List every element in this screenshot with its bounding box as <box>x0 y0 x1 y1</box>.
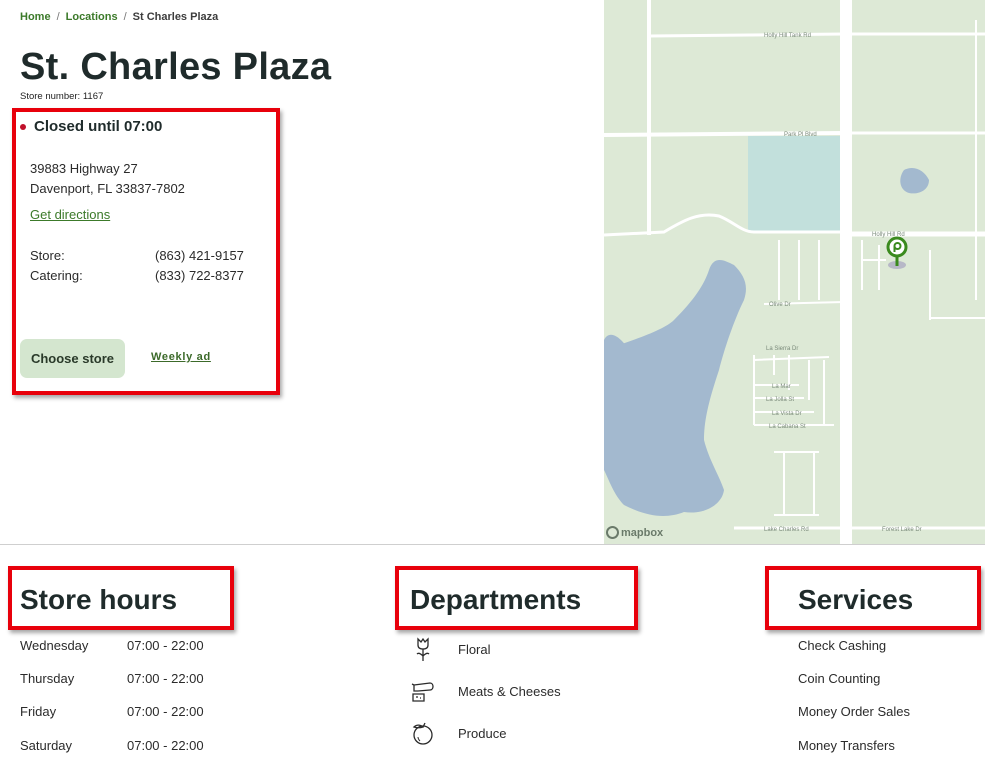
address-line1: 39883 Highway 27 <box>30 161 138 176</box>
phone-row-store: Store: (863) 421-9157 <box>30 246 244 266</box>
map-label: Park Pl Blvd <box>784 132 817 138</box>
hours-row: Wednesday 07:00 - 22:00 <box>20 638 204 653</box>
section-divider <box>0 544 985 545</box>
map-label: Lake Charles Rd <box>764 527 809 533</box>
mapbox-text: mapbox <box>621 526 664 539</box>
choose-store-button[interactable]: Choose store <box>20 339 125 378</box>
department-item[interactable]: Produce <box>410 720 506 746</box>
phone-number[interactable]: (863) 421-9157 <box>155 246 244 266</box>
map-road <box>648 32 845 38</box>
store-map[interactable]: Holly Hill Tank Rd Park Pl Blvd Holly Hi… <box>604 0 985 544</box>
breadcrumb: Home / Locations / St Charles Plaza <box>20 11 218 23</box>
breadcrumb-locations[interactable]: Locations <box>66 11 118 23</box>
department-item[interactable]: Floral <box>410 636 491 662</box>
map-label: La Jolla St <box>766 397 794 403</box>
service-item: Coin Counting <box>798 671 881 686</box>
hours-time: 07:00 - 22:00 <box>127 738 204 753</box>
hours-time: 07:00 - 22:00 <box>127 638 204 653</box>
service-item: Check Cashing <box>798 638 887 653</box>
store-hours-title: Store hours <box>20 584 178 615</box>
store-marker-pin-icon[interactable] <box>885 236 909 268</box>
map-label: La Mar <box>772 384 791 390</box>
department-label: Floral <box>458 641 491 657</box>
meat-cheese-icon <box>411 682 434 702</box>
breadcrumb-separator: / <box>123 11 127 23</box>
hours-row: Friday 07:00 - 22:00 <box>20 704 204 719</box>
hours-time: 07:00 - 22:00 <box>127 704 204 719</box>
phone-list: Store: (863) 421-9157 Catering: (833) 72… <box>30 246 244 286</box>
phone-number[interactable]: (833) 722-8377 <box>155 266 244 286</box>
hours-day: Friday <box>20 704 57 719</box>
phone-label: Store: <box>30 248 65 263</box>
mapbox-attribution[interactable]: mapbox <box>606 526 663 539</box>
map-label: La Cabana St <box>769 424 806 430</box>
flower-icon <box>416 637 430 661</box>
breadcrumb-separator: / <box>56 11 60 23</box>
map-label: La Vista Dr <box>772 411 802 417</box>
page-title: St. Charles Plaza <box>20 46 332 88</box>
map-park-area <box>748 136 844 231</box>
hours-day: Thursday <box>20 671 75 686</box>
hours-row: Saturday 07:00 - 22:00 <box>20 738 204 753</box>
breadcrumb-home[interactable]: Home <box>20 11 51 23</box>
map-highway-27 <box>840 0 852 544</box>
store-number: Store number: 1167 <box>20 91 104 102</box>
department-label: Produce <box>458 725 507 741</box>
weekly-ad-link[interactable]: Weekly ad <box>151 351 211 363</box>
map-pond <box>900 168 929 194</box>
mapbox-logo-icon <box>606 526 619 539</box>
store-status: Closed until 07:00 <box>20 118 162 135</box>
hours-time: 07:00 - 22:00 <box>127 671 204 686</box>
hours-day: Wednesday <box>20 638 89 653</box>
map-canvas: Holly Hill Tank Rd Park Pl Blvd Holly Hi… <box>604 0 985 544</box>
store-address: 39883 Highway 27 Davenport, FL 33837-780… <box>30 159 185 199</box>
services-title: Services <box>798 584 914 615</box>
hours-day: Saturday <box>20 738 73 753</box>
service-item: Money Transfers <box>798 738 895 753</box>
breadcrumb-current: St Charles Plaza <box>132 11 219 23</box>
department-label: Meats & Cheeses <box>458 683 561 699</box>
fruit-icon <box>412 722 433 745</box>
map-label: Olive Dr <box>769 302 791 308</box>
phone-label: Catering: <box>30 268 83 283</box>
map-subdivision <box>753 240 886 516</box>
hours-row: Thursday 07:00 - 22:00 <box>20 671 204 686</box>
phone-row-catering: Catering: (833) 722-8377 <box>30 266 244 286</box>
service-item: Money Order Sales <box>798 704 910 719</box>
address-line2: Davenport, FL 33837-7802 <box>30 181 185 196</box>
department-item[interactable]: Meats & Cheeses <box>410 678 561 704</box>
map-label: La Sierra Dr <box>766 346 798 352</box>
map-lake <box>604 260 746 516</box>
map-label: Forest Lake Dr <box>882 527 922 533</box>
status-dot-icon <box>20 123 26 130</box>
departments-title: Departments <box>410 584 582 615</box>
map-label: Holly Hill Tank Rd <box>764 33 811 39</box>
status-text: Closed until 07:00 <box>34 118 163 135</box>
get-directions-link[interactable]: Get directions <box>30 207 110 222</box>
